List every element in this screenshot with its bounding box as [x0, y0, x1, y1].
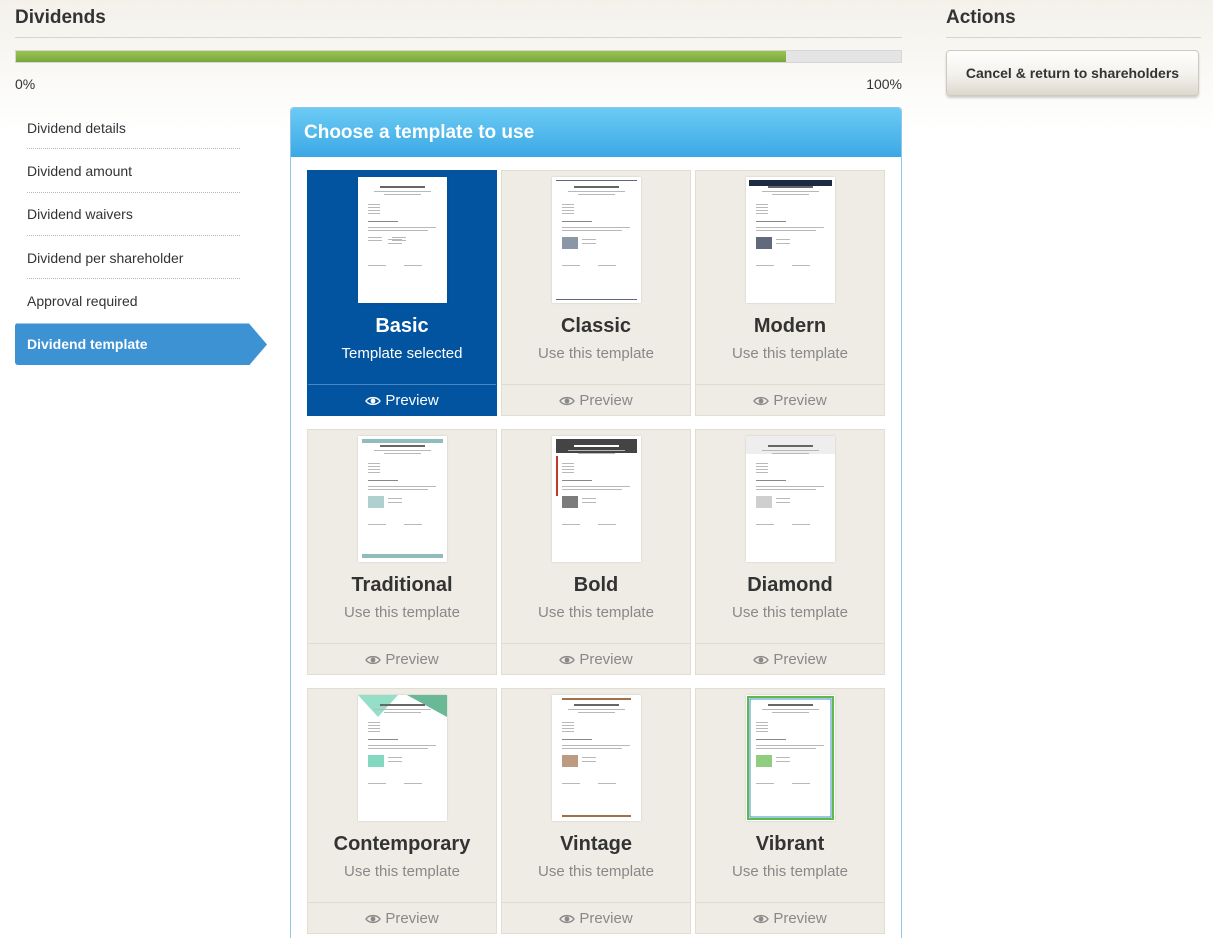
use-template-link[interactable]: Use this template — [696, 345, 884, 362]
eye-icon — [365, 655, 385, 665]
template-name: Modern — [753, 315, 827, 337]
panel-title: Choose a template to use — [291, 108, 901, 157]
template-thumbnail[interactable] — [358, 436, 447, 562]
use-template-link[interactable]: Use this template — [502, 345, 690, 362]
template-thumbnail[interactable] — [746, 695, 835, 821]
preview-button[interactable]: Preview — [308, 643, 496, 675]
preview-button[interactable]: Preview — [308, 902, 496, 934]
template-thumbnail[interactable] — [552, 695, 641, 821]
template-name: Vintage — [560, 833, 632, 855]
template-thumbnail[interactable] — [552, 177, 641, 303]
step-dividend-amount[interactable]: Dividend amount — [15, 149, 240, 193]
step-dividend-details[interactable]: Dividend details — [15, 106, 240, 150]
eye-icon — [559, 655, 579, 665]
preview-label: Preview — [385, 392, 439, 409]
template-tile-modern[interactable]: Modern Use this template Preview — [695, 170, 885, 416]
template-thumbnail[interactable] — [552, 436, 641, 562]
actions-title: Actions — [946, 7, 1016, 28]
progress-bar — [15, 50, 902, 63]
template-thumbnail[interactable] — [746, 436, 835, 562]
preview-button[interactable]: Preview — [308, 384, 496, 416]
actions-divider — [946, 37, 1201, 38]
template-tile-basic[interactable]: Basic Template selected Preview — [307, 170, 497, 416]
template-name: Vibrant — [755, 833, 825, 855]
preview-button[interactable]: Preview — [502, 902, 690, 934]
use-template-link[interactable]: Use this template — [308, 863, 496, 880]
step-dividend-template[interactable]: Dividend template — [15, 323, 267, 365]
preview-label: Preview — [385, 910, 439, 927]
preview-button[interactable]: Preview — [502, 643, 690, 675]
template-thumbnail[interactable] — [358, 177, 447, 303]
template-name: Traditional — [351, 574, 453, 596]
cancel-return-button[interactable]: Cancel & return to shareholders — [946, 50, 1199, 96]
preview-label: Preview — [773, 392, 827, 409]
template-tile-traditional[interactable]: Traditional Use this template Preview — [307, 429, 497, 675]
preview-label: Preview — [579, 910, 633, 927]
progress-min-label: 0% — [15, 76, 36, 92]
template-panel: Choose a template to use Basic Template s… — [290, 107, 902, 938]
steps-nav: Dividend details Dividend amount Dividen… — [15, 106, 267, 365]
template-tile-bold[interactable]: Bold Use this template Preview — [501, 429, 691, 675]
preview-button[interactable]: Preview — [502, 384, 690, 416]
use-template-link[interactable]: Use this template — [696, 863, 884, 880]
eye-icon — [753, 655, 773, 665]
template-tile-diamond[interactable]: Diamond Use this template Preview — [695, 429, 885, 675]
template-name: Classic — [560, 315, 632, 337]
preview-label: Preview — [385, 651, 439, 668]
template-name: Bold — [573, 574, 619, 596]
eye-icon — [559, 396, 579, 406]
template-thumbnail[interactable] — [746, 177, 835, 303]
template-tile-contemporary[interactable]: Contemporary Use this template Preview — [307, 688, 497, 934]
use-template-link[interactable]: Use this template — [696, 604, 884, 621]
template-name: Diamond — [747, 574, 833, 596]
template-selected-label: Template selected — [341, 345, 463, 362]
eye-icon — [365, 396, 385, 406]
template-name: Basic — [375, 315, 429, 337]
template-tile-classic[interactable]: Classic Use this template Preview — [501, 170, 691, 416]
preview-label: Preview — [579, 392, 633, 409]
progress-fill — [16, 51, 786, 62]
preview-label: Preview — [579, 651, 633, 668]
page-title: Dividends — [15, 7, 106, 28]
template-thumbnail[interactable] — [358, 695, 447, 821]
eye-icon — [753, 396, 773, 406]
preview-button[interactable]: Preview — [696, 643, 884, 675]
step-approval-required[interactable]: Approval required — [15, 279, 240, 322]
template-tile-vibrant[interactable]: Vibrant Use this template Preview — [695, 688, 885, 934]
eye-icon — [753, 914, 773, 924]
use-template-link[interactable]: Use this template — [502, 604, 690, 621]
preview-label: Preview — [773, 910, 827, 927]
use-template-link[interactable]: Use this template — [502, 863, 690, 880]
use-template-link[interactable]: Use this template — [308, 604, 496, 621]
step-dividend-per-shareholder[interactable]: Dividend per shareholder — [15, 236, 240, 280]
eye-icon — [559, 914, 579, 924]
template-name: Contemporary — [333, 833, 471, 855]
progress-max-label: 100% — [866, 76, 902, 92]
preview-button[interactable]: Preview — [696, 902, 884, 934]
title-divider — [15, 37, 902, 38]
preview-label: Preview — [773, 651, 827, 668]
preview-button[interactable]: Preview — [696, 384, 884, 416]
template-tile-vintage[interactable]: Vintage Use this template Preview — [501, 688, 691, 934]
eye-icon — [365, 914, 385, 924]
step-dividend-waivers[interactable]: Dividend waivers — [15, 193, 240, 237]
